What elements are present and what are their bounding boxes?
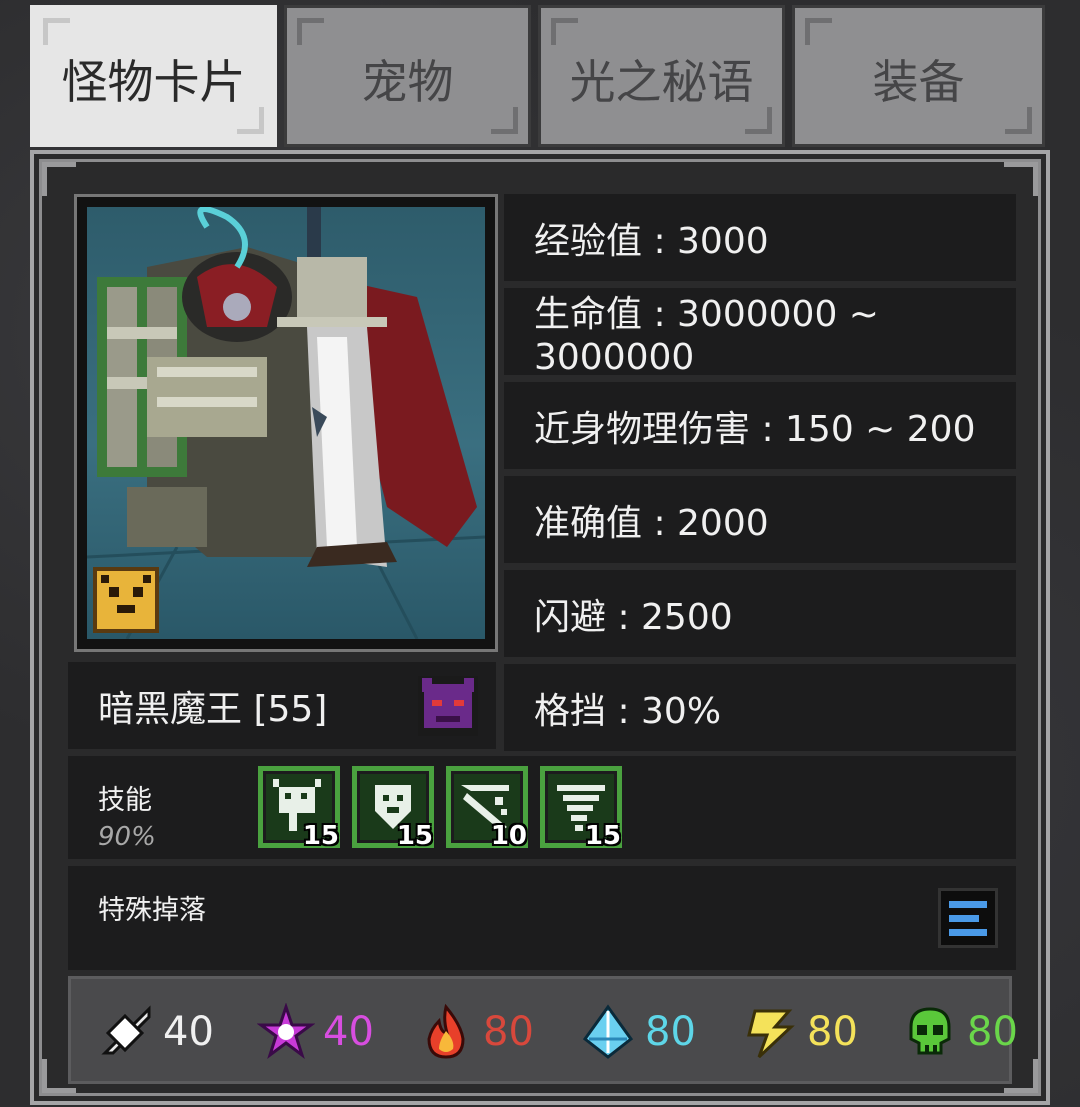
resistance-lightning: 80 [741,1003,858,1061]
stat-hp: 生命值 : 3000000 ~ 3000000 [504,288,1016,378]
tab-light-secret[interactable]: 光之秘语 [538,5,785,147]
monster-portrait [87,207,485,639]
resistance-fire: 80 [417,1003,534,1061]
stat-text: 格挡 : 30% [534,690,722,732]
list-icon[interactable] [938,888,998,948]
skill-tornado-icon[interactable]: 15 [540,766,622,851]
resistance-value: 80 [645,1009,696,1055]
skill-beast-icon[interactable]: 15 [258,766,340,851]
stat-text: 闪避 : 2500 [534,596,733,638]
arcane-star-icon [256,1002,316,1061]
tab-label: 装备 [872,55,965,109]
stat-text: 经验值 : 3000 [534,220,769,262]
stat-evasion: 闪避 : 2500 [504,570,1016,657]
resistance-value: 80 [807,1009,858,1055]
stat-accuracy: 准确值 : 2000 [504,476,1016,563]
resistance-physical: 40 [97,1003,214,1061]
ice-crystal-icon [579,1003,637,1061]
resistance-arcane: 40 [256,1002,374,1061]
monster-name-row: 暗黑魔王 [55] [68,662,496,749]
tab-label: 宠物 [361,55,454,109]
stat-text: 生命值 : 3000000 ~ 3000000 [534,294,879,378]
tab-bar: 怪物卡片 宠物 光之秘语 装备 [30,5,1045,147]
skill-count: 10 [490,821,527,851]
skill-shield-icon[interactable]: 15 [352,766,434,851]
resistance-ice: 80 [579,1003,696,1061]
resistance-value: 80 [967,1009,1018,1055]
tab-label: 怪物卡片 [61,55,246,109]
resistance-bar: 40 40 80 80 80 80 [68,976,1018,1084]
resistance-value: 40 [323,1009,374,1055]
monster-card-panel: 经验值 : 3000 生命值 : 3000000 ~ 3000000 近身物理伤… [30,150,1050,1105]
tab-pet[interactable]: 宠物 [284,5,531,147]
skills-row: 技能 90% 15 15 10 15 [68,756,1016,859]
demon-mask-icon[interactable] [418,676,478,736]
skills-label: 技能 [98,785,152,816]
skill-count: 15 [396,821,433,851]
physical-sword-icon [97,1003,155,1061]
panel-corner-ornament [42,162,76,196]
tab-equipment[interactable]: 装备 [792,5,1045,147]
monster-portrait-frame [74,194,498,652]
stat-text: 准确值 : 2000 [534,502,769,544]
special-drops-row: 特殊掉落 [68,866,1016,970]
monster-name: 暗黑魔王 [55] [98,688,328,730]
skills-chance: 90% [98,822,156,852]
skill-count: 15 [584,821,621,851]
resistance-value: 80 [483,1009,534,1055]
tab-label: 光之秘语 [569,55,754,109]
tab-monster-card[interactable]: 怪物卡片 [30,5,277,147]
stat-experience: 经验值 : 3000 [504,194,1016,281]
stat-text: 近身物理伤害 : 150 ~ 200 [534,408,976,450]
skill-count: 15 [302,821,339,851]
special-drops-label: 特殊掉落 [98,895,206,926]
resistance-poison: 80 [901,1003,1018,1061]
tiger-badge-icon [93,567,159,633]
skill-slash-icon[interactable]: 10 [446,766,528,851]
poison-skull-icon [901,1003,959,1061]
stat-block: 格挡 : 30% [504,664,1016,751]
fire-icon [417,1003,475,1061]
stat-melee-damage: 近身物理伤害 : 150 ~ 200 [504,382,1016,469]
panel-corner-ornament [1004,162,1038,196]
resistance-value: 40 [163,1009,214,1055]
lightning-icon [741,1003,799,1061]
